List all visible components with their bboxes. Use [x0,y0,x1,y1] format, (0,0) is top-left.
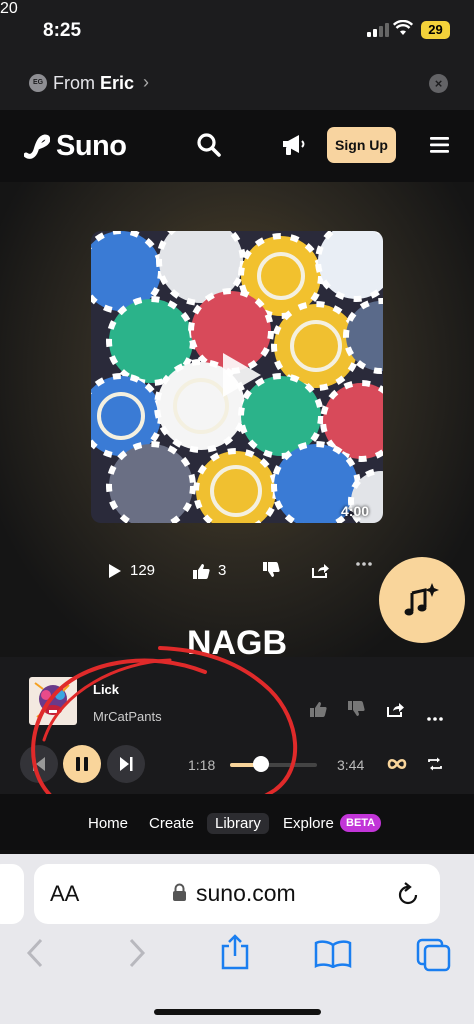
bookmarks-icon[interactable] [314,940,352,968]
reader-options-button[interactable]: AA [50,881,79,907]
url-domain: suno.com [196,880,296,906]
address-bar[interactable]: AA suno.com [34,864,440,924]
forward-arrow-icon[interactable] [127,938,147,968]
reload-icon[interactable] [396,881,420,907]
beta-badge: BETA [340,814,382,832]
tab-home[interactable]: Home [88,815,128,832]
tab-explore[interactable]: Explore [283,815,334,832]
browser-toolbar: AA suno.com [0,854,474,1024]
back-arrow-icon[interactable] [25,938,45,968]
bottom-tabs: Home Create Library Explore BETA [0,794,474,854]
tab-create[interactable]: Create [149,815,194,832]
home-indicator [154,1009,321,1015]
lock-icon [173,883,186,901]
tab-library[interactable]: Library [207,813,269,834]
share-icon[interactable] [220,934,250,970]
previous-tab-preview[interactable] [0,864,24,924]
tabs-icon[interactable] [416,938,452,972]
